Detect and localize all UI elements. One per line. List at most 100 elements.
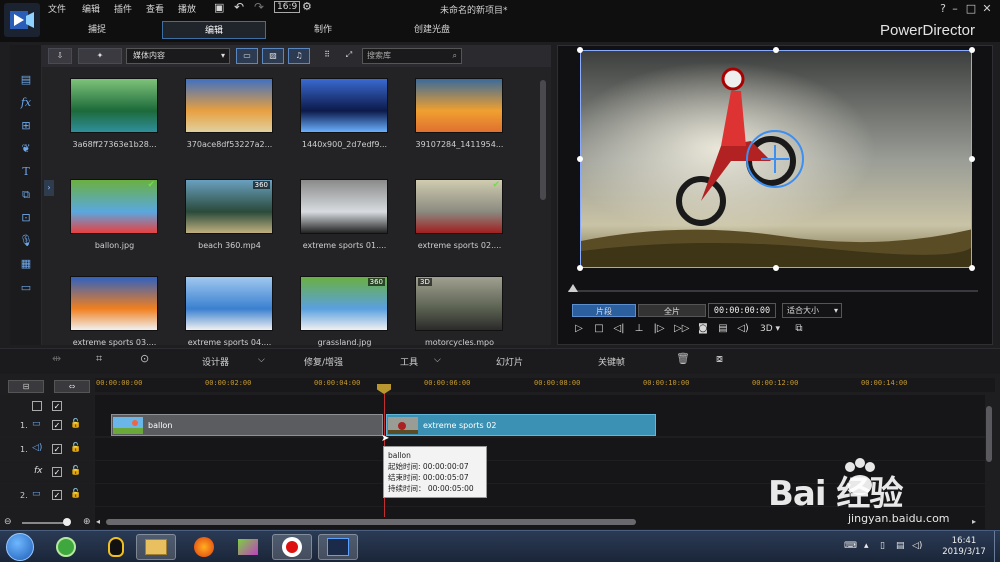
close-icon[interactable]: ✕ [980,2,994,15]
preview-timecode[interactable]: 00:00:00:00 [708,303,776,318]
clip-mode-button[interactable]: 片段 [572,304,636,317]
stop-icon[interactable]: □ [592,322,606,336]
qq-icon[interactable] [96,534,136,560]
firefox-icon[interactable] [184,534,224,560]
crop-icon[interactable]: ⌗ [96,352,102,366]
track-lock-icon[interactable]: 🔓 [70,466,81,476]
track-enable-checkbox[interactable]: ✓ [52,467,62,477]
volume-tray-icon[interactable]: ◁) [912,541,922,551]
filter-image-icon[interactable]: ▨ [262,48,284,64]
media-room-icon[interactable]: ▤ [17,72,35,88]
title-room-icon[interactable]: T [17,164,35,180]
fit-size-select[interactable]: 适合大小 ▾ [782,303,842,318]
grid-view-icon[interactable]: ⠿ [318,48,336,64]
media-thumbnail[interactable] [70,78,158,133]
slideshow-button[interactable]: 幻灯片 [496,355,523,368]
particle-room-icon[interactable]: ❦ [17,141,35,157]
pip-room-icon[interactable]: ⊞ [17,118,35,134]
keyboard-icon[interactable]: ⌨ [844,541,857,551]
previous-frame-icon[interactable]: ◁| [612,322,626,336]
resize-handle[interactable] [577,47,583,53]
expand-icon[interactable]: ⤢ [340,48,358,64]
resize-handle[interactable] [969,156,975,162]
designer-button[interactable]: 设计器 [202,355,229,368]
menu-plugins[interactable]: 插件 [114,2,132,15]
tab-edit[interactable]: 编辑 [162,21,266,39]
browser-360-icon[interactable] [46,534,86,560]
movie-mode-button[interactable]: 全片 [638,304,706,317]
split-marker-icon[interactable]: ⊥ [632,322,646,336]
track-enable-checkbox[interactable]: ✓ [52,420,62,430]
snapshot-camera-icon[interactable]: ◙ [696,322,710,336]
zoom-out-icon[interactable]: ⊖ [4,517,12,527]
track-lock-icon[interactable]: 🔓 [70,443,81,453]
transition-room-icon[interactable]: ⧉ [17,187,35,203]
media-thumbnail[interactable]: ✔ [70,179,158,234]
usb-icon[interactable]: ▯ [880,541,885,551]
settings-gear-icon[interactable]: ⚙ [302,0,312,13]
display-settings-icon[interactable]: ▤ [716,322,730,336]
minimize-icon[interactable]: – [948,2,962,15]
maximize-icon[interactable]: □ [964,2,978,15]
media-thumbnail[interactable]: 3D [415,276,503,331]
media-thumbnail[interactable] [185,276,273,331]
fix-enhance-button[interactable]: 修复/增强 [304,355,343,368]
media-thumbnail[interactable] [415,78,503,133]
3d-mode-toggle[interactable]: 3D ▾ [758,322,782,336]
preview-scrub-track[interactable] [568,290,978,292]
timeline-view-icon[interactable]: ⊟ [8,380,44,393]
undock-preview-icon[interactable]: ⧉ [792,322,806,336]
track-manager-icon[interactable]: ⧇ [716,352,723,366]
zoom-slider-knob[interactable] [63,518,71,526]
screen-recorder-icon[interactable] [272,534,312,560]
resize-handle[interactable] [969,47,975,53]
aspect-ratio-icon[interactable]: 16:9 [274,1,301,13]
split-icon[interactable]: ⇹ [52,352,61,365]
resize-handle[interactable] [969,265,975,271]
tools-button[interactable]: 工具 [400,355,418,368]
play-icon[interactable]: ▷ [572,322,586,336]
app-logo[interactable] [4,3,40,37]
trash-icon[interactable]: 🗑 [676,352,690,365]
volume-icon[interactable]: ◁) [736,322,750,336]
resize-handle[interactable] [773,265,779,271]
menu-view[interactable]: 查看 [146,2,164,15]
next-frame-icon[interactable]: |▷ [652,322,666,336]
plugins-puzzle-icon[interactable]: ✦ [78,48,122,64]
chevron-down-icon[interactable]: ⌵ [434,355,441,365]
menu-play[interactable]: 播放 [178,2,196,15]
undo-icon[interactable]: ↶ [234,0,244,14]
show-hidden-icons[interactable]: ▴ [864,541,869,551]
track-enable-checkbox[interactable]: ✓ [52,490,62,500]
library-content-dropdown[interactable]: 媒体内容 ▾ [126,48,230,64]
media-thumbnail[interactable] [300,78,388,133]
collapse-rail-arrow-icon[interactable]: › [44,180,54,196]
save-icon[interactable]: ▣ [214,1,224,14]
import-media-icon[interactable]: ⇩ [48,48,72,64]
media-thumbnail[interactable]: 360 [300,276,388,331]
menu-edit[interactable]: 编辑 [82,2,100,15]
media-thumbnail[interactable]: ✔ [415,179,503,234]
zoom-in-icon[interactable]: ⊕ [83,517,91,527]
media-thumbnail[interactable] [185,78,273,133]
resize-handle[interactable] [577,156,583,162]
audio-mix-room-icon[interactable]: ⊡ [17,210,35,226]
fx-room-icon[interactable]: fx [17,95,35,111]
video-editor-icon[interactable] [228,534,268,560]
preview-scrub-thumb[interactable] [568,284,578,292]
keyframe-button[interactable]: 关键帧 [598,355,625,368]
filter-audio-icon[interactable]: ♫ [288,48,310,64]
library-scrollbar[interactable] [540,80,546,200]
resize-handle[interactable] [773,47,779,53]
redo-icon[interactable]: ↷ [254,0,264,14]
voiceover-room-icon[interactable]: 🎙 [17,233,35,249]
subtitle-room-icon[interactable]: ▭ [17,280,35,296]
tab-create-disc[interactable]: 创建光盘 [384,21,480,39]
track-enable-checkbox[interactable]: ✓ [52,444,62,454]
fit-timeline-icon[interactable]: ⇔ [54,380,90,393]
file-explorer-icon[interactable] [136,534,176,560]
resize-handle[interactable] [577,265,583,271]
timeline-clip-ballon[interactable]: ballon [111,414,383,436]
system-clock[interactable]: 16:41 2019/3/17 [936,536,992,558]
tab-produce[interactable]: 制作 [276,21,370,39]
